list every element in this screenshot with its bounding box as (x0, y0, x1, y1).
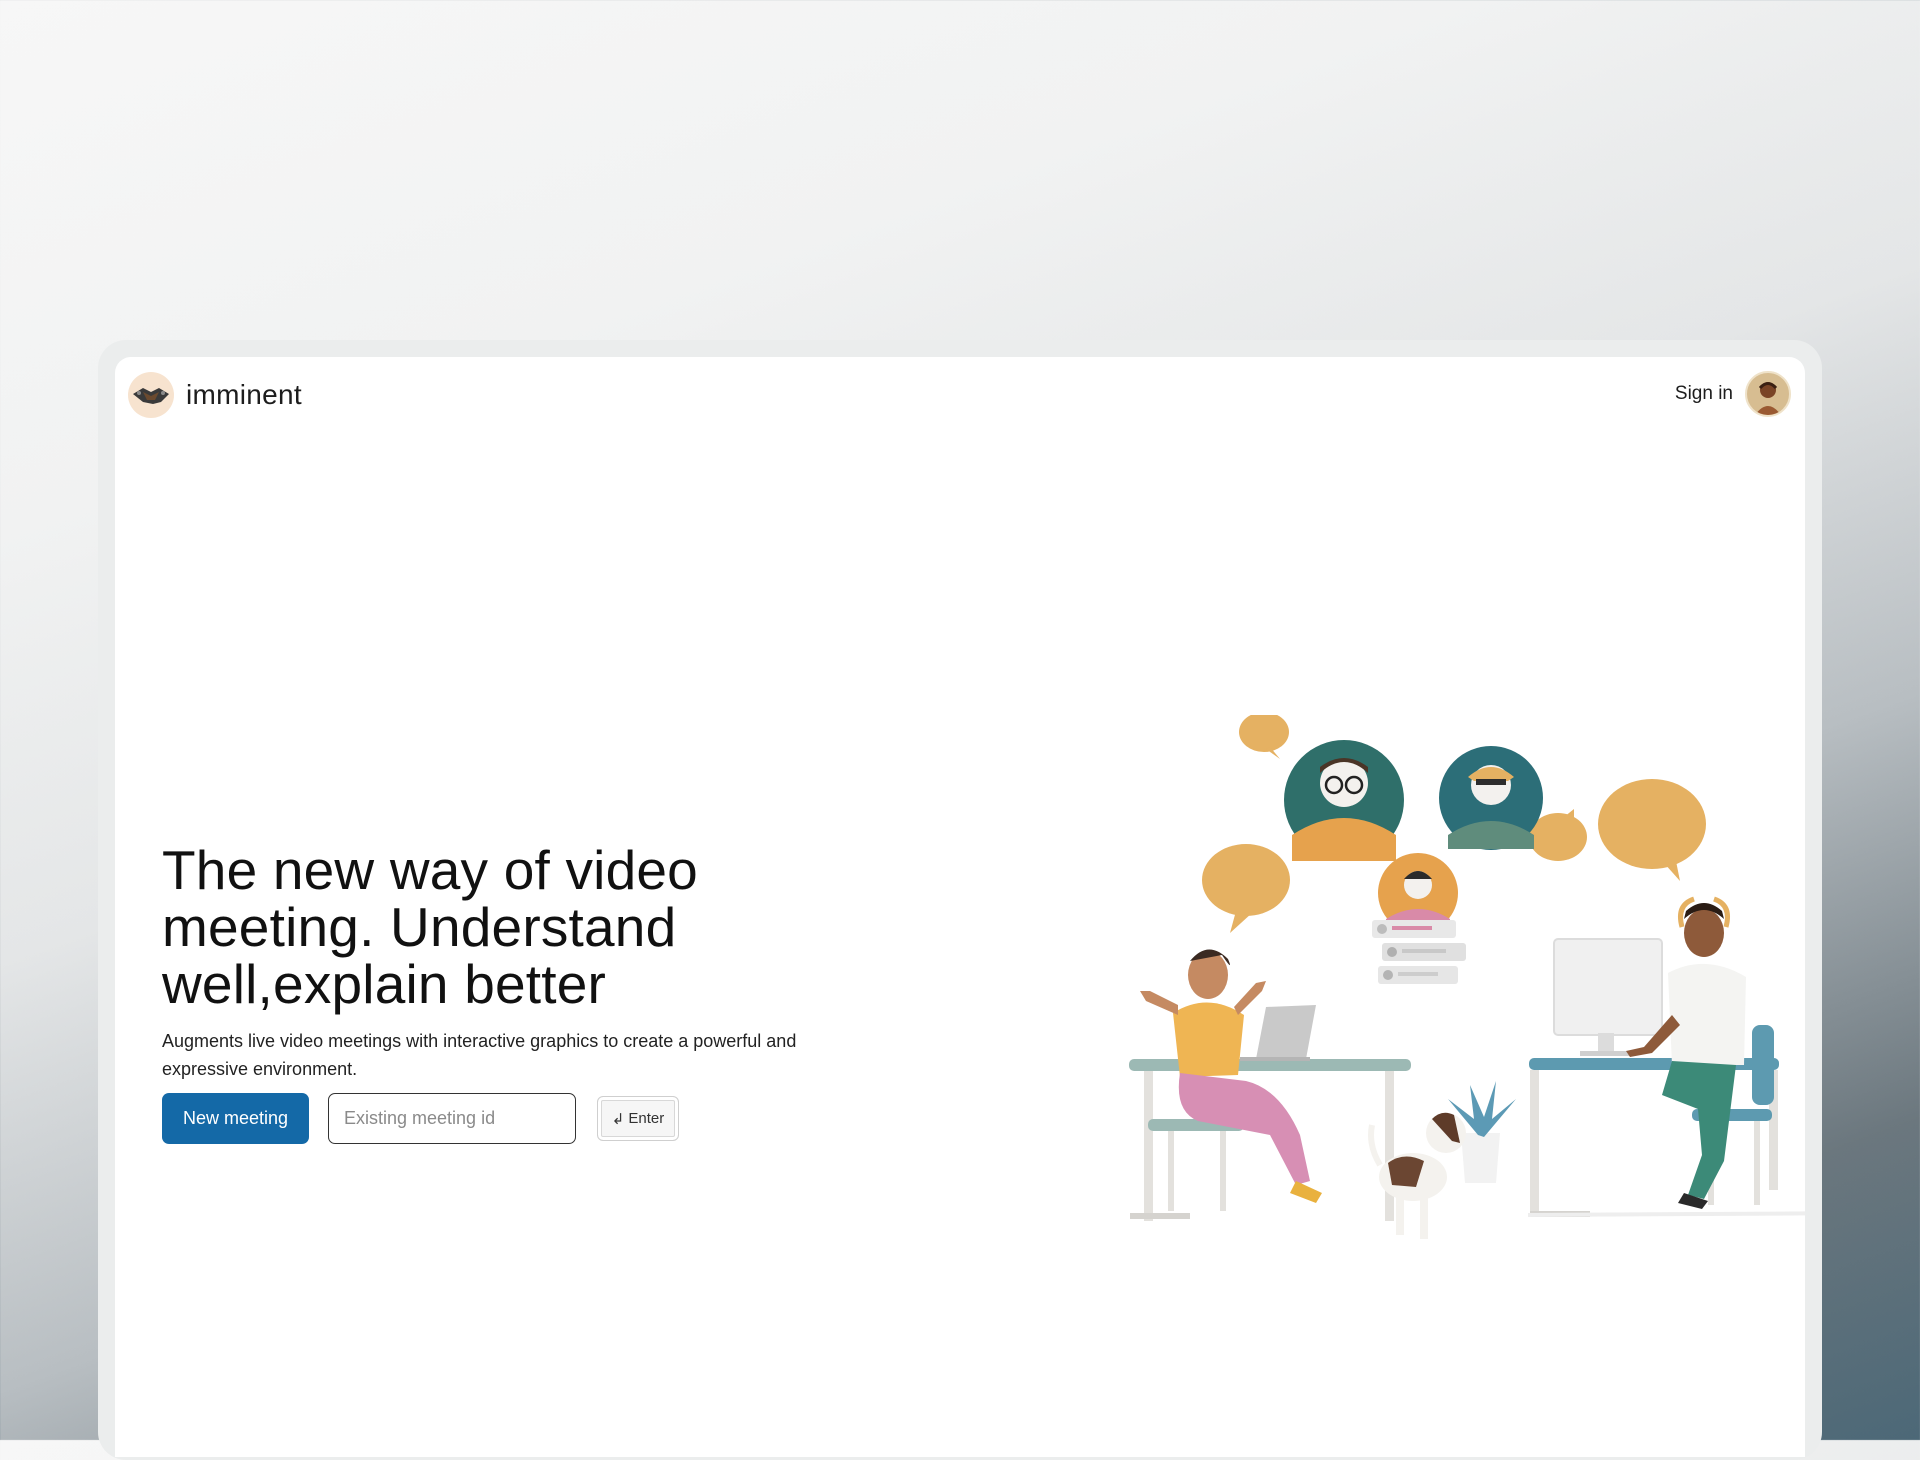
speech-bubble-icon (1202, 844, 1290, 933)
sign-in-link[interactable]: Sign in (1675, 383, 1733, 405)
new-meeting-button[interactable]: New meeting (162, 1093, 309, 1144)
enter-button[interactable]: ↲ Enter (597, 1096, 679, 1141)
speech-bubble-icon (1239, 712, 1289, 759)
top-nav: imminent Sign in (115, 357, 1805, 431)
user-avatar[interactable] (1745, 371, 1791, 417)
meeting-id-input[interactable] (328, 1093, 576, 1144)
chat-messages-icon (1372, 920, 1466, 984)
brand[interactable]: imminent (128, 372, 302, 418)
return-arrow-icon: ↲ (611, 1110, 625, 1128)
meeting-actions: New meeting ↲ Enter (162, 1093, 679, 1144)
brand-name: imminent (186, 379, 302, 410)
hero-title: The new way of video meeting. Understand… (162, 839, 698, 1015)
participant-avatar-icon (1284, 740, 1404, 861)
hero-subtitle: Augments live video meetings with intera… (162, 1031, 797, 1079)
man-at-desk-illustration (1529, 896, 1779, 1217)
woman-at-desk-illustration (1129, 949, 1411, 1221)
speech-bubble-icon (1598, 779, 1706, 881)
hero-illustration (1008, 712, 1805, 1255)
nav-right: Sign in (1675, 371, 1791, 417)
enter-label: Enter (628, 1110, 665, 1127)
participant-avatar-icon (1439, 746, 1543, 850)
handshake-icon (128, 372, 174, 418)
hero: The new way of video meeting. Understand… (162, 842, 922, 1083)
app-window: imminent Sign in The new way of video me… (115, 357, 1805, 1457)
